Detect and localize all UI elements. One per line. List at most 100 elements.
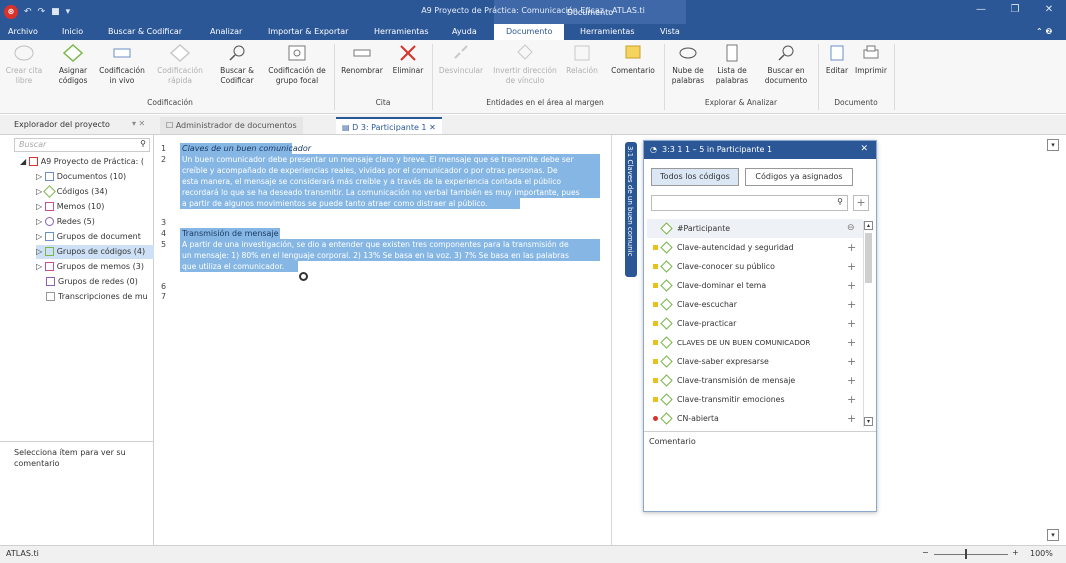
- code-row[interactable]: Clave-transmisión de mensaje +: [647, 371, 863, 390]
- crear-cita-button[interactable]: Crear cita libre: [4, 42, 44, 86]
- scroll-thumb[interactable]: [865, 233, 872, 283]
- add-icon[interactable]: +: [847, 390, 856, 409]
- tree-item-memos[interactable]: ▷ Memos (10): [36, 200, 104, 214]
- tree-item-grupos-redes[interactable]: Grupos de redes (0): [46, 275, 138, 289]
- assigned-icon[interactable]: ⊖: [847, 219, 855, 238]
- explorer-search-input[interactable]: Buscar ⚲: [14, 138, 150, 152]
- tab-participante-1[interactable]: ▤ D 3: Participante 1 ✕: [336, 117, 442, 134]
- code-row[interactable]: Clave-autencidad y seguridad +: [647, 238, 863, 257]
- search-icon[interactable]: ⚲: [837, 197, 843, 206]
- asignar-codigos-button[interactable]: Asignar códigos: [52, 42, 94, 86]
- tab-codigos-asignados[interactable]: Códigos ya asignados: [745, 168, 853, 186]
- code-row[interactable]: Clave-saber expresarse +: [647, 352, 863, 371]
- code-row[interactable]: Clave-escuchar +: [647, 295, 863, 314]
- invertir-direccion-button[interactable]: Invertir dirección de vínculo: [488, 42, 562, 86]
- code-row[interactable]: Clave-transmitir emociones +: [647, 390, 863, 409]
- add-code-button[interactable]: +: [853, 195, 869, 211]
- close-icon[interactable]: ✕: [860, 144, 868, 154]
- tab-archivo[interactable]: Archivo: [8, 27, 38, 36]
- zoom-out-icon[interactable]: −: [922, 548, 929, 557]
- tree-item-grupos-codigos[interactable]: ▷ Grupos de códigos (4): [36, 245, 154, 259]
- tab-documento[interactable]: Documento: [494, 24, 565, 40]
- buscar-codificar-button[interactable]: Buscar & Codificar: [214, 42, 260, 86]
- renombrar-button[interactable]: Renombrar: [338, 42, 386, 76]
- code-search-input[interactable]: ⚲: [651, 195, 848, 211]
- editar-button[interactable]: Editar: [822, 42, 852, 76]
- tree-item-grupos-documentos[interactable]: ▷ Grupos de document: [36, 230, 141, 244]
- maximize-button[interactable]: ❐: [1000, 4, 1030, 20]
- document-editor[interactable]: 1 2 3 4 5 6 7 Claves de un buen comunica…: [155, 135, 610, 545]
- add-icon[interactable]: +: [847, 257, 856, 276]
- qat-menu-icon[interactable]: ▾: [66, 7, 71, 17]
- splitter[interactable]: [0, 441, 154, 442]
- add-icon[interactable]: +: [847, 276, 856, 295]
- comment-editor[interactable]: [644, 449, 876, 511]
- tree-item-grupos-memos[interactable]: ▷ Grupos de memos (3): [36, 260, 144, 274]
- nube-palabras-button[interactable]: Nube de palabras: [668, 42, 708, 86]
- expand-icon[interactable]: ▷: [36, 217, 42, 226]
- tab-buscar-codificar[interactable]: Buscar & Codificar: [108, 27, 182, 36]
- relacion-button[interactable]: Relación: [564, 42, 600, 76]
- tab-herramientas[interactable]: Herramientas: [374, 27, 429, 36]
- minimize-button[interactable]: —: [966, 4, 996, 20]
- add-icon[interactable]: +: [847, 371, 856, 390]
- tree-item-documentos[interactable]: ▷ Documentos (10): [36, 170, 126, 184]
- margin-options-icon[interactable]: ▾: [1047, 139, 1059, 151]
- tab-vista[interactable]: Vista: [660, 27, 680, 36]
- tab-ayuda[interactable]: Ayuda: [452, 27, 477, 36]
- tree-item-redes[interactable]: ▷ Redes (5): [36, 215, 95, 229]
- eliminar-button[interactable]: Eliminar: [388, 42, 428, 76]
- zoom-in-icon[interactable]: +: [1012, 548, 1019, 557]
- tree-item-project[interactable]: ◢ A9 Proyecto de Práctica: (: [20, 155, 144, 169]
- quote-bracket[interactable]: 3:1 Claves de un buen comunic: [625, 142, 637, 277]
- code-list-scrollbar[interactable]: ▴ ▾: [863, 221, 873, 427]
- add-icon[interactable]: +: [847, 333, 856, 352]
- add-icon[interactable]: +: [847, 409, 856, 428]
- collapse-ribbon-icon[interactable]: ⌃ ❷: [1036, 27, 1052, 36]
- lista-palabras-button[interactable]: Lista de palabras: [712, 42, 752, 86]
- scroll-up-icon[interactable]: ▴: [864, 221, 873, 230]
- codificacion-rapida-button[interactable]: Codificación rápida: [152, 42, 208, 86]
- code-row[interactable]: Clave-practicar +: [647, 314, 863, 333]
- tab-todos-codigos[interactable]: Todos los códigos: [651, 168, 739, 186]
- expand-icon[interactable]: ▷: [36, 232, 42, 241]
- buscar-documento-button[interactable]: Buscar en documento: [756, 42, 816, 86]
- tab-inicio[interactable]: Inicio: [62, 27, 83, 36]
- scroll-down-icon[interactable]: ▾: [864, 417, 873, 426]
- code-row[interactable]: Clave-dominar el tema +: [647, 276, 863, 295]
- add-icon[interactable]: +: [847, 238, 856, 257]
- expand-icon[interactable]: ▷: [36, 202, 42, 211]
- expand-icon[interactable]: ▷: [36, 262, 42, 271]
- save-icon[interactable]: ■: [51, 7, 60, 17]
- search-icon[interactable]: ⚲: [140, 139, 146, 148]
- pin-close-icon[interactable]: ▾ ✕: [132, 119, 145, 128]
- redo-icon[interactable]: ↷: [38, 7, 46, 17]
- code-row[interactable]: #Participante ⊖: [647, 219, 863, 238]
- code-row[interactable]: CLAVES DE UN BUEN COMUNICADOR +: [647, 333, 863, 352]
- codificacion-in-vivo-button[interactable]: Codificación in vivo: [96, 42, 148, 86]
- add-icon[interactable]: +: [847, 295, 856, 314]
- desvincular-button[interactable]: Desvincular: [436, 42, 486, 76]
- imprimir-button[interactable]: Imprimir: [852, 42, 890, 76]
- grupo-focal-button[interactable]: Codificación de grupo focal: [264, 42, 330, 86]
- tab-analizar[interactable]: Analizar: [210, 27, 242, 36]
- tab-herramientas-doc[interactable]: Herramientas: [580, 27, 635, 36]
- add-icon[interactable]: +: [847, 352, 856, 371]
- tree-item-codigos[interactable]: ▷ Códigos (34): [36, 185, 108, 199]
- add-icon[interactable]: +: [847, 314, 856, 333]
- zoom-thumb[interactable]: [965, 549, 967, 559]
- undo-icon[interactable]: ↶: [24, 7, 32, 17]
- expand-icon[interactable]: ▷: [36, 172, 42, 181]
- code-row[interactable]: Clave-conocer su público +: [647, 257, 863, 276]
- tab-importar-exportar[interactable]: Importar & Exportar: [268, 27, 348, 36]
- close-button[interactable]: ✕: [1034, 4, 1064, 20]
- tab-administrador-documentos[interactable]: ☐ Administrador de documentos: [160, 117, 303, 134]
- comentario-button[interactable]: Comentario: [606, 42, 660, 76]
- code-row[interactable]: CN-abierta +: [647, 409, 863, 428]
- expand-icon[interactable]: ▷: [36, 247, 42, 256]
- tree-item-transcripciones[interactable]: Transcripciones de mu: [46, 290, 148, 304]
- zoom-slider[interactable]: [934, 554, 1008, 555]
- close-tab-icon[interactable]: ✕: [429, 123, 436, 132]
- expand-icon[interactable]: ▷: [36, 187, 42, 196]
- margin-scroll-icon[interactable]: ▾: [1047, 529, 1059, 541]
